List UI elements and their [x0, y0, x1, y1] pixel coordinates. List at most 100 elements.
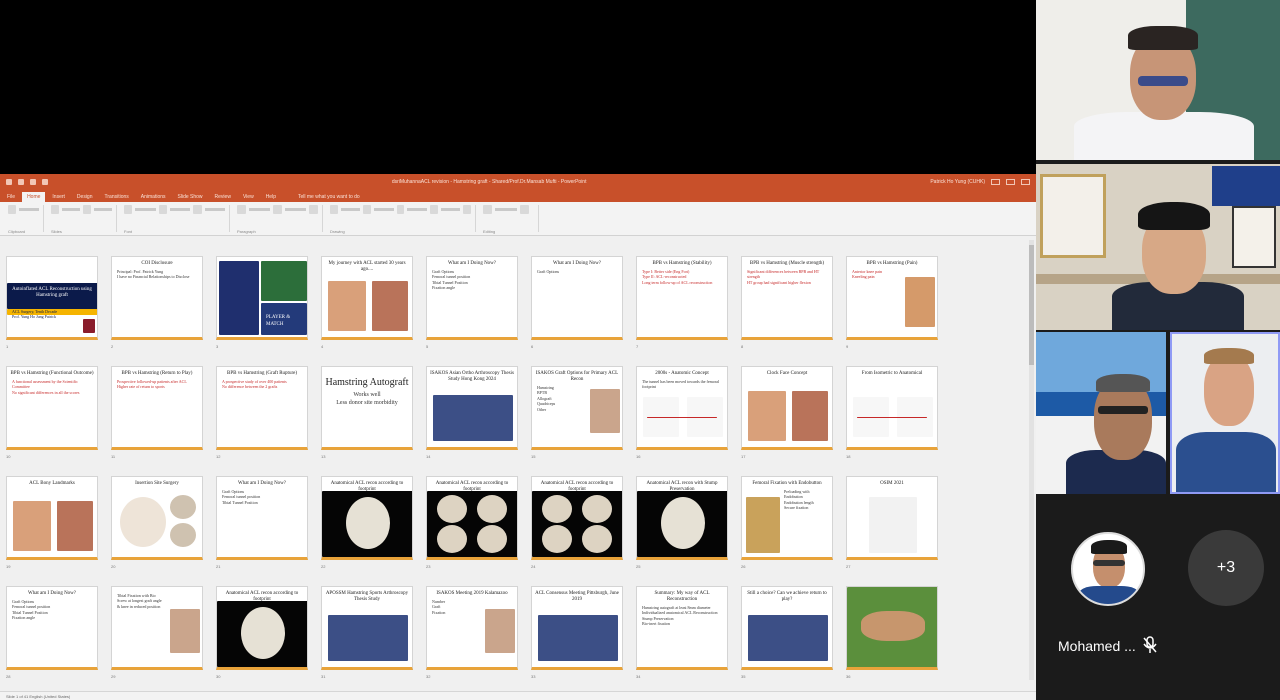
slide-thumbnail[interactable]: Femoral Fixation with Endobutton Preloadi… — [741, 476, 833, 560]
slide-thumbnail[interactable] — [846, 586, 938, 670]
slide-thumbnail[interactable]: APOSSM Hamstring Sports Arthroscopy Thes… — [321, 586, 413, 670]
slide-thumbnail[interactable]: BPB vs Hamstring (Graft Rupture) A prospe… — [216, 366, 308, 450]
slide-bullet: Tibial Fixation with Bio Screw at longes… — [117, 593, 162, 609]
slide-thumbnail[interactable]: What am I Doing Now? Graft Options Femoral… — [216, 476, 308, 560]
account-name[interactable]: Patrick Ho Yung (CUHK) — [930, 179, 985, 185]
slide-thumbnail[interactable]: Anatomical ACL recon according to footpr… — [216, 586, 308, 670]
tab-insert[interactable]: Insert — [47, 192, 70, 202]
slide-thumbnail[interactable]: BPB vs Hamstring (Stability) Type I: Bett… — [636, 256, 728, 340]
participant-video-2[interactable] — [1036, 164, 1280, 330]
ribbon-button[interactable] — [135, 208, 156, 211]
ribbon-button[interactable] — [83, 205, 91, 214]
ribbon-button[interactable] — [330, 205, 338, 214]
slide-number: 20 — [111, 564, 116, 569]
slide-thumbnail[interactable]: BPB vs Hamstring (Return to Play) Prospec… — [111, 366, 203, 450]
slide-thumbnail[interactable]: Anatomical ACL recon according to footpr… — [321, 476, 413, 560]
slide-thumbnail[interactable]: What am I Doing Now? Graft Options Femoral… — [426, 256, 518, 340]
ribbon-button[interactable] — [8, 205, 17, 214]
slide-number: 32 — [426, 674, 431, 679]
slide-thumbnail[interactable]: Hamstring Autograft Works well Less donor … — [321, 366, 413, 450]
participant-video-4[interactable] — [1170, 332, 1280, 494]
ribbon-button[interactable] — [363, 205, 372, 214]
ribbon-button[interactable] — [170, 208, 191, 211]
slide-thumbnail[interactable]: What am I Doing Now? Graft Options Femoral… — [6, 586, 98, 670]
ribbon-button[interactable] — [407, 208, 427, 211]
slide-body: Number Graft Fixation — [427, 599, 485, 615]
slide-thumbnail[interactable]: My journey with ACL started 30 years ago… — [321, 256, 413, 340]
slide-thumbnail[interactable]: Still a choice? Can we achieve return to… — [741, 586, 833, 670]
ribbon-button[interactable] — [19, 208, 39, 211]
slide-thumbnail[interactable]: Anatomical ACL recon according to footpr… — [426, 476, 518, 560]
ribbon-button[interactable] — [284, 208, 307, 211]
ribbon-button[interactable] — [61, 208, 80, 211]
slide-thumbnail[interactable]: Insertion Site Surgery — [111, 476, 203, 560]
participant-video-3[interactable] — [1036, 332, 1166, 494]
ribbon-button[interactable] — [340, 208, 361, 211]
ribbon-button[interactable] — [237, 205, 246, 214]
slide-thumbnail[interactable]: OSIM 2021 — [846, 476, 938, 560]
tab-review[interactable]: Review — [210, 192, 236, 202]
tab-help[interactable]: Help — [261, 192, 281, 202]
scrollbar-thumb[interactable] — [1029, 245, 1034, 365]
ribbon-button[interactable] — [204, 208, 226, 211]
ribbon-button[interactable] — [396, 205, 405, 214]
slide-bullet: Higher rate of return to sports — [117, 384, 165, 390]
tab-home[interactable]: Home — [22, 192, 46, 202]
undo-icon[interactable] — [30, 179, 36, 185]
slide-thumbnail[interactable]: BPB vs Hamstring (Muscle strength) Signif… — [741, 256, 833, 340]
ribbon-button[interactable] — [463, 205, 472, 214]
ribbon-button[interactable] — [193, 205, 202, 214]
close-icon[interactable] — [1021, 179, 1030, 185]
maximize-icon[interactable] — [1006, 179, 1015, 185]
more-participants-button[interactable]: +3 — [1188, 530, 1264, 606]
ribbon-button[interactable] — [495, 208, 517, 211]
ribbon-button[interactable] — [93, 208, 112, 211]
slide-title: Anatomical ACL recon according to footpr… — [225, 591, 299, 602]
ribbon-button[interactable] — [309, 205, 318, 214]
ribbon-button[interactable] — [440, 208, 461, 211]
slide-thumbnail[interactable]: COI Disclosure Principal: Prof. Patrick Y… — [111, 256, 203, 340]
slide-thumbnail[interactable]: Anatomical ACL recon with Stump Preserva… — [636, 476, 728, 560]
slide-thumbnail[interactable]: From Isometric to Anatomical — [846, 366, 938, 450]
autosave-icon[interactable] — [6, 179, 12, 185]
minimize-icon[interactable] — [991, 179, 1000, 185]
participant-avatar[interactable] — [1071, 532, 1145, 606]
ribbon-button[interactable] — [248, 208, 271, 211]
slide-thumbnail[interactable]: What am I Doing Now? Graft Options — [531, 256, 623, 340]
slide-thumbnail[interactable]: ISAKOS Meeting 2019 Kalamazoo Number Graft… — [426, 586, 518, 670]
slide-thumbnail[interactable]: ISAKOS Asian Ortho Arthroscopy Thesis St… — [426, 366, 518, 450]
slide-title: 2000s - Anatomic Concept — [655, 371, 709, 376]
slide-thumbnail[interactable]: BPB vs Hamstring (Pain) Anterior knee pai… — [846, 256, 938, 340]
arthroscopy-view — [241, 607, 285, 659]
participant-video-1[interactable] — [1036, 0, 1280, 160]
tell-me-search[interactable]: Tell me what you want to do — [293, 192, 365, 202]
slide-thumbnail[interactable]: ISAKOS Graft Options for Primary ACL Rec… — [531, 366, 623, 450]
slide-thumbnail[interactable]: ACL Consensus Meeting Pittsburgh, June 2… — [531, 586, 623, 670]
tab-slide-show[interactable]: Slide Show — [173, 192, 208, 202]
ribbon-button[interactable] — [429, 205, 438, 214]
slide-thumbnail[interactable]: 2000s - Anatomic Concept The tunnel has b… — [636, 366, 728, 450]
ribbon-button[interactable] — [483, 205, 492, 214]
ribbon-button[interactable] — [520, 205, 529, 214]
redo-icon[interactable] — [42, 179, 48, 185]
ribbon-button[interactable] — [374, 208, 394, 211]
slide-thumbnail[interactable]: Tibial Fixation with Bio Screw at longes… — [111, 586, 203, 670]
ribbon-button[interactable] — [51, 205, 59, 214]
slide-thumbnail[interactable]: Autoinflated ACL Reconstruction using Ha… — [6, 256, 98, 340]
tab-view[interactable]: View — [238, 192, 259, 202]
slide-thumbnail[interactable]: Clock Face Concept — [741, 366, 833, 450]
ribbon-button[interactable] — [273, 205, 282, 214]
tab-animations[interactable]: Animations — [136, 192, 171, 202]
ribbon-button[interactable] — [124, 205, 133, 214]
save-icon[interactable] — [18, 179, 24, 185]
tab-file[interactable]: File — [2, 192, 20, 202]
ribbon-button[interactable] — [158, 205, 167, 214]
slide-thumbnail[interactable]: ACL Bony Landmarks — [6, 476, 98, 560]
tab-transitions[interactable]: Transitions — [100, 192, 134, 202]
slide-thumbnail[interactable]: Summary: My way of ACL Reconstruction Ham… — [636, 586, 728, 670]
vertical-scrollbar[interactable] — [1029, 240, 1034, 680]
tab-design[interactable]: Design — [72, 192, 98, 202]
slide-thumbnail[interactable]: Anatomical ACL recon according to footpr… — [531, 476, 623, 560]
slide-thumbnail[interactable]: PLAYER & MATCH — [216, 256, 308, 340]
slide-thumbnail[interactable]: BPB vs Hamstring (Functional Outcome) A f… — [6, 366, 98, 450]
